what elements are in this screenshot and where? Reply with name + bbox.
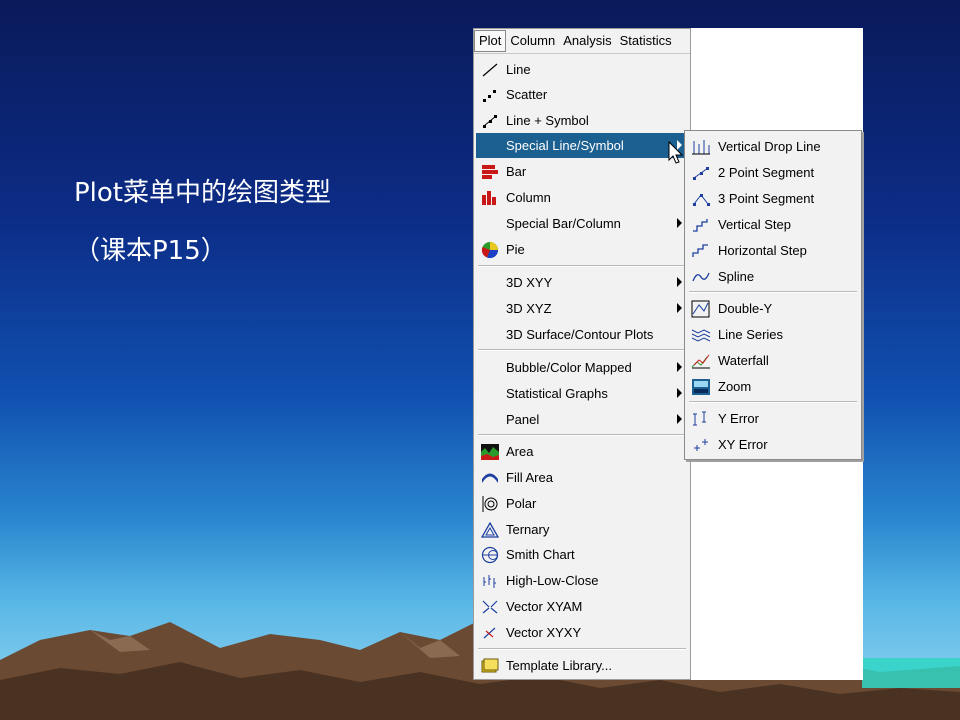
vertical-drop-line-icon	[690, 138, 712, 156]
pie-icon	[480, 241, 500, 259]
menubar-column[interactable]: Column	[506, 31, 559, 51]
submenu-item-2-point-segment[interactable]: 2 Point Segment	[687, 160, 857, 185]
submenu-item-3-point-segment[interactable]: 3 Point Segment	[687, 186, 857, 211]
menubar-plot[interactable]: Plot	[474, 30, 507, 52]
submenu-arrow-icon	[677, 388, 682, 398]
smith-chart-icon	[480, 546, 500, 564]
submenu-arrow-icon	[677, 218, 682, 228]
vector-xyxy-icon	[480, 624, 500, 642]
submenu-item-horizontal-step[interactable]: Horizontal Step	[687, 238, 857, 263]
xy-error-icon	[690, 436, 712, 454]
menu-item-line[interactable]: Line	[476, 57, 688, 82]
menu-item-scatter[interactable]: Scatter	[476, 82, 688, 107]
menu-item-pie[interactable]: Pie	[476, 237, 688, 262]
line-symbol-icon	[480, 112, 500, 130]
menu-separator	[478, 648, 686, 650]
ternary-icon	[480, 521, 500, 539]
menu-separator	[478, 265, 686, 267]
menu-item-vector-xyxy[interactable]: Vector XYXY	[476, 620, 688, 645]
line-icon	[480, 61, 500, 79]
menu-item-column[interactable]: Column	[476, 185, 688, 210]
menu-item-template-library[interactable]: Template Library...	[476, 653, 688, 678]
menu-item-high-low-close[interactable]: High-Low-Close	[476, 568, 688, 593]
menubar-statistics[interactable]: Statistics	[616, 31, 676, 51]
y-error-icon	[690, 410, 712, 428]
zoom-icon	[690, 378, 712, 396]
slide-subtitle: （课本P15）	[74, 236, 227, 266]
menu-separator	[478, 349, 686, 351]
submenu-item-vertical-step[interactable]: Vertical Step	[687, 212, 857, 237]
submenu-arrow-icon	[677, 414, 682, 424]
special-line-symbol-submenu: Vertical Drop Line 2 Point Segment 3 Poi…	[684, 130, 862, 460]
bar-icon	[480, 163, 500, 181]
submenu-separator	[689, 291, 857, 293]
submenu-item-double-y[interactable]: Double-Y	[687, 296, 857, 321]
menu-item-ternary[interactable]: Ternary	[476, 517, 688, 542]
horizontal-step-icon	[690, 242, 712, 260]
menu-item-line-symbol[interactable]: Line + Symbol	[476, 108, 688, 133]
menu-item-bar[interactable]: Bar	[476, 159, 688, 184]
submenu-item-vertical-drop-line[interactable]: Vertical Drop Line	[687, 134, 857, 159]
line-series-icon	[690, 326, 712, 344]
polar-icon	[480, 495, 500, 513]
mouse-cursor-icon	[668, 141, 684, 164]
menu-item-3d-xyy[interactable]: 3D XYY	[476, 270, 688, 295]
menu-item-special-bar-column[interactable]: Special Bar/Column	[476, 211, 688, 236]
vertical-step-icon	[690, 216, 712, 234]
template-library-icon	[480, 657, 500, 675]
menubar-analysis[interactable]: Analysis	[559, 31, 615, 51]
menu-item-special-line-symbol[interactable]: Special Line/Symbol	[476, 133, 688, 158]
fill-area-icon	[480, 469, 500, 487]
vector-xyam-icon	[480, 598, 500, 616]
area-icon	[480, 443, 500, 461]
menu-item-bubble-color-mapped[interactable]: Bubble/Color Mapped	[476, 355, 688, 380]
menu-item-vector-xyam[interactable]: Vector XYAM	[476, 594, 688, 619]
menubar: Plot Column Analysis Statistics	[474, 29, 690, 54]
three-point-segment-icon	[690, 190, 712, 208]
submenu-item-xy-error[interactable]: XY Error	[687, 432, 857, 457]
menu-item-smith-chart[interactable]: Smith Chart	[476, 542, 688, 567]
menu-item-area[interactable]: Area	[476, 439, 688, 464]
submenu-separator	[689, 401, 857, 403]
submenu-item-spline[interactable]: Spline	[687, 264, 857, 289]
menu-item-polar[interactable]: Polar	[476, 491, 688, 516]
menu-item-statistical-graphs[interactable]: Statistical Graphs	[476, 381, 688, 406]
menu-item-panel[interactable]: Panel	[476, 407, 688, 432]
scatter-icon	[480, 86, 500, 104]
submenu-item-y-error[interactable]: Y Error	[687, 406, 857, 431]
submenu-item-zoom[interactable]: Zoom	[687, 374, 857, 399]
high-low-close-icon	[480, 572, 500, 590]
column-icon	[480, 189, 500, 207]
submenu-item-line-series[interactable]: Line Series	[687, 322, 857, 347]
submenu-arrow-icon	[677, 277, 682, 287]
menu-item-3d-surface-contour[interactable]: 3D Surface/Contour Plots	[476, 322, 688, 347]
plot-menu-window: Plot Column Analysis Statistics Line Sca…	[473, 28, 691, 680]
double-y-icon	[690, 300, 712, 318]
submenu-item-waterfall[interactable]: Waterfall	[687, 348, 857, 373]
menu-separator	[478, 434, 686, 436]
menu-item-fill-area[interactable]: Fill Area	[476, 465, 688, 490]
spline-icon	[690, 268, 712, 286]
two-point-segment-icon	[690, 164, 712, 182]
submenu-arrow-icon	[677, 362, 682, 372]
waterfall-icon	[690, 352, 712, 370]
submenu-arrow-icon	[677, 303, 682, 313]
menu-item-3d-xyz[interactable]: 3D XYZ	[476, 296, 688, 321]
slide-title: Plot菜单中的绘图类型	[74, 178, 332, 208]
